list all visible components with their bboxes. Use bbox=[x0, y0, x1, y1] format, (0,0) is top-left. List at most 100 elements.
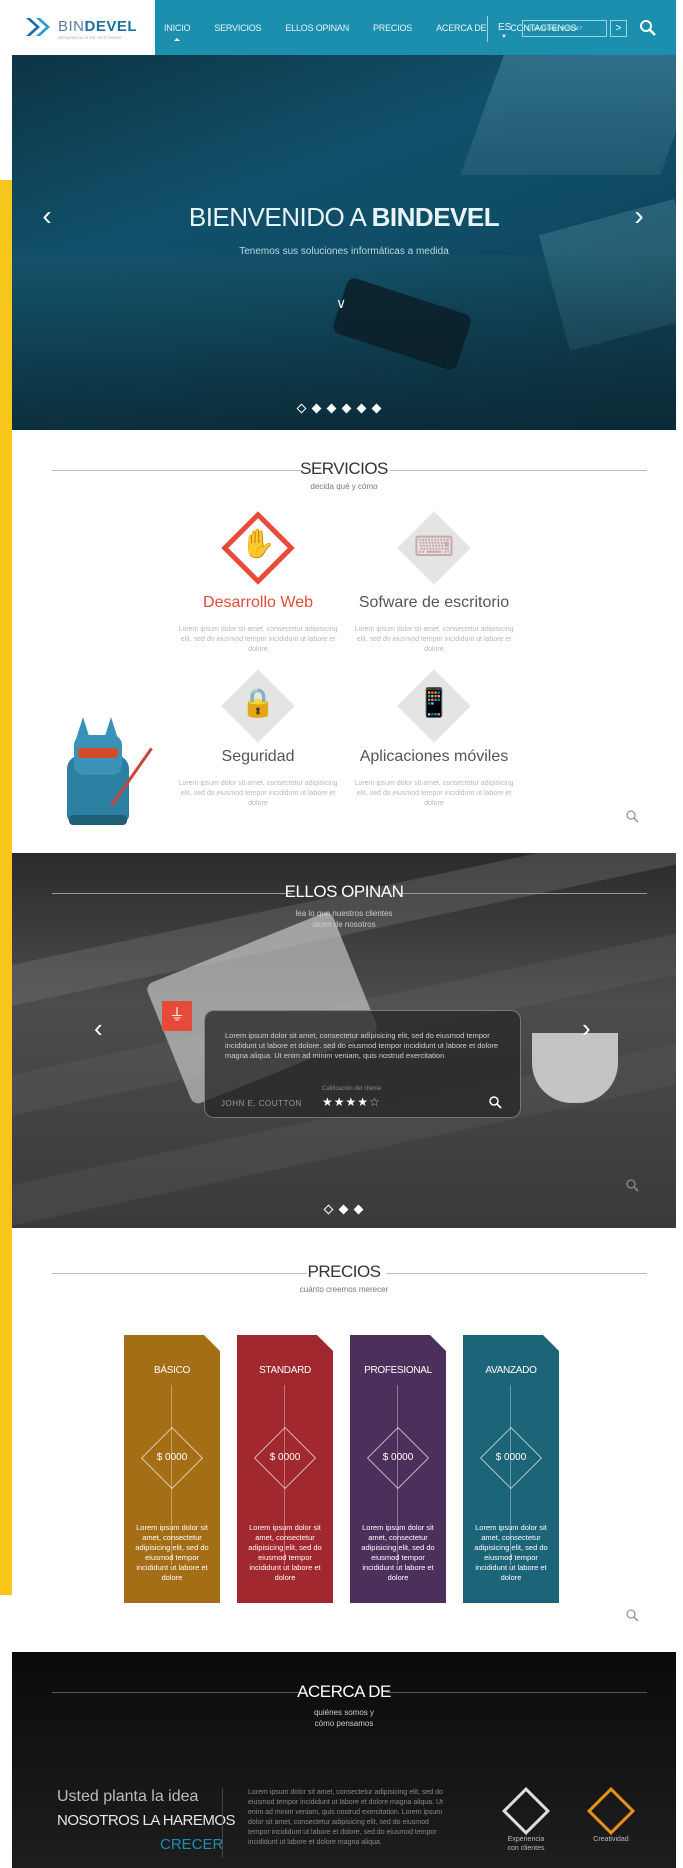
nav-item-acerca-de[interactable]: ACERCA DE bbox=[436, 23, 486, 33]
mobile-icon: 📱 bbox=[416, 687, 452, 718]
star-icon: ★ bbox=[322, 1095, 334, 1109]
testimonial-next-arrow-icon[interactable]: › bbox=[582, 1013, 591, 1044]
price-card-basico[interactable]: BÁSICO $ 0000 Lorem ipsum dolor sit amet… bbox=[124, 1335, 220, 1603]
testimonial-slide-dots bbox=[323, 1204, 364, 1215]
about-tagline-accent: CRECER bbox=[160, 1836, 224, 1853]
pdf-icon: ⏚ bbox=[162, 1001, 192, 1031]
about-tagline: Usted planta la idea bbox=[57, 1788, 199, 1805]
hero-slide-dot[interactable] bbox=[341, 403, 352, 414]
opinan-subtitle: lea lo que nuestros clientes bbox=[295, 909, 393, 918]
feature-label: Creatividad bbox=[593, 1836, 629, 1843]
plan-desc: Lorem ipsum dolor sit amet, consectetur … bbox=[248, 1523, 322, 1582]
hero-prev-arrow-icon[interactable]: ‹ bbox=[32, 200, 62, 232]
chevron-down-icon: ▼ bbox=[501, 34, 507, 40]
hero-slide-dot[interactable] bbox=[356, 403, 367, 414]
opinan-subtitle: dicen de nosotros bbox=[312, 920, 376, 929]
language-selector[interactable]: ES bbox=[498, 22, 511, 33]
testimonial-author: JOHN E. COUTTON bbox=[221, 1099, 302, 1108]
plan-name: AVANZADO bbox=[485, 1365, 537, 1376]
hero-slide-dots bbox=[296, 403, 382, 414]
top-navbar: BINDEVEL DESARROLLO DE SOFTWARE INICIO S… bbox=[12, 0, 676, 55]
plan-desc: Lorem ipsum dolor sit amet, consectetur … bbox=[135, 1523, 209, 1582]
zoom-icon[interactable] bbox=[625, 1178, 639, 1192]
testimonials-section: ELLOS OPINAN lea lo que nuestros cliente… bbox=[12, 853, 676, 1228]
mascot-feet bbox=[69, 815, 127, 825]
hand-circuit-icon: ✋ bbox=[240, 528, 276, 559]
service-name-moviles[interactable]: Aplicaciones móviles bbox=[334, 748, 534, 766]
testimonial-quote: Lorem ipsum dolor sit amet, consectetur … bbox=[225, 1031, 499, 1060]
creativity-diamond-icon[interactable] bbox=[586, 1786, 636, 1836]
lock-icon: 🔒 bbox=[240, 687, 276, 718]
rating-stars: ★★★★☆ bbox=[322, 1095, 381, 1109]
hero-slide-dot[interactable] bbox=[326, 403, 337, 414]
zoom-icon[interactable] bbox=[625, 1608, 639, 1622]
hero-subtitle: Tenemos sus soluciones informáticas a me… bbox=[239, 246, 449, 257]
keyboard-icon: ⌨ bbox=[413, 531, 455, 562]
card-notch bbox=[543, 1335, 559, 1351]
plan-price: $ 0000 bbox=[382, 1452, 414, 1463]
search-submit-button[interactable]: > bbox=[610, 20, 627, 37]
price-card-profesional[interactable]: PROFESIONAL $ 0000 Lorem ipsum dolor sit… bbox=[350, 1335, 446, 1603]
card-notch bbox=[430, 1335, 446, 1351]
acerca-subtitle: quiénes somos y bbox=[313, 1708, 375, 1717]
rating-label: Calificación del cliente bbox=[322, 1086, 382, 1092]
hero-slider: BIENVENIDO A BINDEVEL Tenemos sus soluci… bbox=[12, 55, 676, 430]
about-text: Lorem ipsum dolor sit amet, consectetur … bbox=[248, 1789, 443, 1846]
star-icon: ★ bbox=[345, 1095, 358, 1109]
acerca-title: ACERCA DE bbox=[297, 1682, 391, 1701]
precios-title: PRECIOS bbox=[307, 1262, 381, 1281]
zoom-icon[interactable] bbox=[625, 809, 639, 823]
about-divider bbox=[222, 1788, 223, 1858]
hero-background-desk bbox=[12, 255, 676, 430]
service-name-desarrollo-web[interactable]: Desarrollo Web bbox=[158, 594, 358, 612]
page-frame: BINDEVEL DESARROLLO DE SOFTWARE INICIO S… bbox=[12, 0, 676, 1868]
service-desc: Lorem ipsum dolor sit amet, consectetur … bbox=[178, 780, 338, 807]
hero-slide-dot[interactable] bbox=[296, 403, 307, 414]
nav-item-ellos-opinan[interactable]: ELLOS OPINAN bbox=[285, 23, 349, 33]
nav-divider bbox=[487, 16, 488, 42]
card-notch bbox=[204, 1335, 220, 1351]
service-name-seguridad[interactable]: Seguridad bbox=[158, 748, 358, 766]
mascot-mask bbox=[78, 748, 118, 758]
experience-diamond-icon[interactable] bbox=[501, 1786, 551, 1836]
zoom-icon[interactable] bbox=[488, 1095, 502, 1109]
hero-background-laptop bbox=[460, 55, 676, 175]
price-card-standard[interactable]: STANDARD $ 0000 Lorem ipsum dolor sit am… bbox=[237, 1335, 333, 1603]
plan-price: $ 0000 bbox=[156, 1452, 188, 1463]
servicios-title: SERVICIOS bbox=[300, 459, 388, 478]
plan-name: BÁSICO bbox=[154, 1365, 190, 1376]
hero-slide-dot[interactable] bbox=[311, 403, 322, 414]
testimonial-slide-dot[interactable] bbox=[323, 1204, 334, 1215]
nav-item-precios[interactable]: PRECIOS bbox=[373, 23, 412, 33]
plan-desc: Lorem ipsum dolor sit amet, consectetur … bbox=[474, 1523, 548, 1582]
search-icon[interactable] bbox=[639, 19, 657, 37]
service-desc: Lorem ipsum dolor sit amet, consectetur … bbox=[178, 626, 338, 653]
acerca-subtitle: cómo pensamos bbox=[314, 1719, 374, 1728]
nav-item-servicios[interactable]: SERVICIOS bbox=[214, 23, 261, 33]
star-icon: ☆ bbox=[369, 1095, 381, 1109]
price-card-avanzado[interactable]: AVANZADO $ 0000 Lorem ipsum dolor sit am… bbox=[463, 1335, 559, 1603]
scroll-down-chevron-icon[interactable]: ∨ bbox=[336, 295, 346, 312]
service-desc: Lorem ipsum dolor sit amet, consectetur … bbox=[354, 780, 514, 807]
logo-chevrons-icon bbox=[26, 18, 50, 36]
logo[interactable]: BINDEVEL DESARROLLO DE SOFTWARE bbox=[12, 0, 155, 55]
plan-price: $ 0000 bbox=[495, 1452, 527, 1463]
star-icon: ★ bbox=[333, 1095, 346, 1109]
testimonial-prev-arrow-icon[interactable]: ‹ bbox=[94, 1013, 103, 1044]
plan-name: STANDARD bbox=[259, 1365, 311, 1376]
search-input[interactable] bbox=[522, 20, 607, 37]
hero-title: BIENVENIDO A BINDEVEL bbox=[188, 202, 500, 232]
servicios-subtitle: decida qué y cómo bbox=[310, 482, 378, 491]
testimonial-slide-dot[interactable] bbox=[338, 1204, 349, 1215]
plan-price: $ 0000 bbox=[269, 1452, 301, 1463]
about-section: ACERCA DE quiénes somos y cómo pensamos … bbox=[12, 1652, 676, 1868]
hero-slide-dot[interactable] bbox=[371, 403, 382, 414]
opinan-title: ELLOS OPINAN bbox=[284, 882, 404, 901]
logo-tagline: DESARROLLO DE SOFTWARE bbox=[58, 35, 123, 40]
service-name-software[interactable]: Sofware de escritorio bbox=[334, 594, 534, 612]
testimonial-card: Lorem ipsum dolor sit amet, consectetur … bbox=[204, 1010, 521, 1118]
hero-next-arrow-icon[interactable]: › bbox=[624, 200, 654, 232]
precios-subtitle: cuánto creemos merecer bbox=[299, 1285, 389, 1294]
testimonial-slide-dot[interactable] bbox=[353, 1204, 364, 1215]
nav-item-inicio[interactable]: INICIO bbox=[164, 23, 191, 41]
